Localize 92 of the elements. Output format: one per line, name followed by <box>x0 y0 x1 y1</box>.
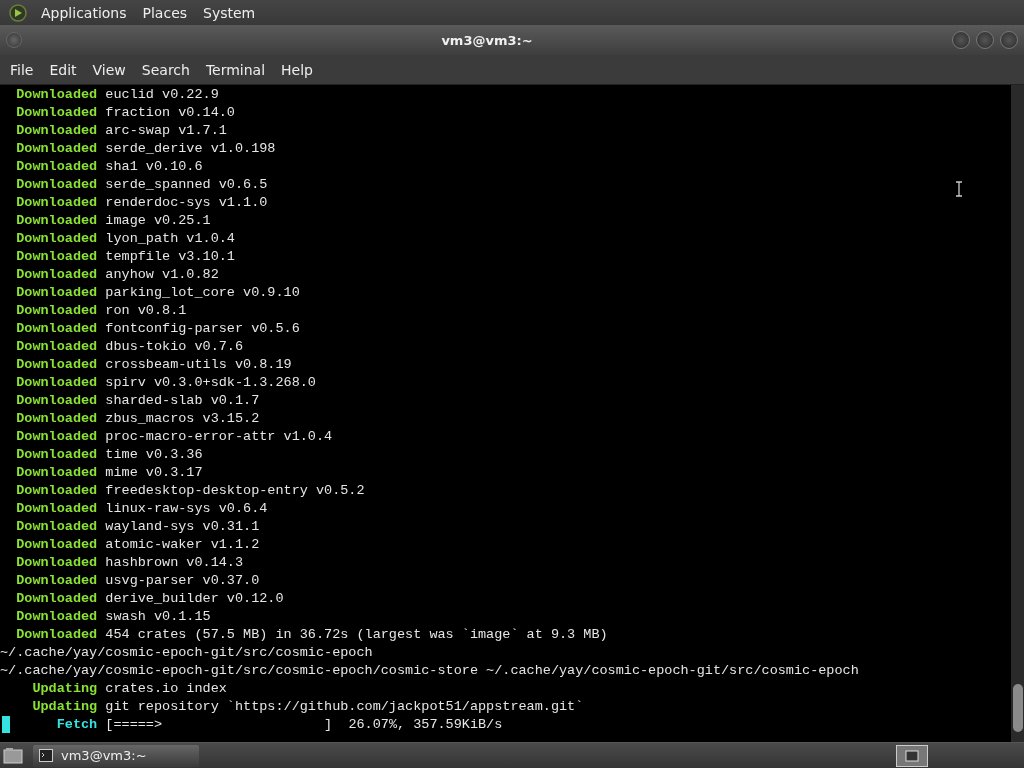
status-label: Downloaded <box>16 194 98 212</box>
status-label: Downloaded <box>16 320 98 338</box>
status-label: Updating <box>32 698 98 716</box>
output-text: derive_builder v0.12.0 <box>105 590 284 608</box>
status-label: Downloaded <box>16 464 98 482</box>
output-text: time v0.3.36 <box>105 446 203 464</box>
scrollbar-thumb[interactable] <box>1013 684 1023 732</box>
panel-menu[interactable]: Applications <box>33 4 135 21</box>
status-label: Downloaded <box>16 122 98 140</box>
status-label: Downloaded <box>16 86 98 104</box>
output-text: anyhow v1.0.82 <box>105 266 219 284</box>
menu-item[interactable]: Terminal <box>197 61 274 78</box>
status-label: Downloaded <box>16 104 98 122</box>
panel-menu[interactable]: Places <box>134 4 196 21</box>
status-label: Downloaded <box>16 554 98 572</box>
output-text: git repository `https://github.com/jackpot51/appstream.git` <box>105 698 584 716</box>
output-text: hashbrown v0.14.3 <box>105 554 244 572</box>
output-line: ~/.cache/yay/cosmic-epoch-git/src/cosmic-epoch <box>0 644 373 662</box>
minimize-button[interactable] <box>952 31 970 49</box>
output-text: parking_lot_core v0.9.10 <box>105 284 300 302</box>
output-text: euclid v0.22.9 <box>105 86 219 104</box>
output-text: fontconfig-parser v0.5.6 <box>105 320 300 338</box>
output-text: 454 crates (57.5 MB) in 36.72s (largest was `image` at 9.3 MB) <box>105 626 608 644</box>
output-text: lyon_path v1.0.4 <box>105 230 235 248</box>
text-cursor-icon <box>955 181 963 197</box>
status-label: Downloaded <box>16 482 98 500</box>
window-title: vm3@vm3:~ <box>440 32 534 48</box>
status-label: Downloaded <box>16 518 98 536</box>
status-label: Downloaded <box>16 248 98 266</box>
menu-item[interactable]: Help <box>273 61 321 78</box>
taskbar-button[interactable]: vm3@vm3:~ <box>33 744 199 767</box>
output-text: freedesktop-desktop-entry v0.5.2 <box>105 482 365 500</box>
status-label: Downloaded <box>16 302 98 320</box>
output-text: arc-swap v1.7.1 <box>105 122 227 140</box>
menu-item[interactable]: Search <box>133 61 198 78</box>
output-text: renderdoc-sys v1.1.0 <box>105 194 268 212</box>
output-text: proc-macro-error-attr v1.0.4 <box>105 428 333 446</box>
status-label: Downloaded <box>16 428 98 446</box>
output-text: zbus_macros v3.15.2 <box>105 410 260 428</box>
status-label: Downloaded <box>16 356 98 374</box>
status-label: Downloaded <box>16 410 98 428</box>
output-text: sharded-slab v0.1.7 <box>105 392 260 410</box>
scrollbar[interactable] <box>1011 85 1024 742</box>
output-text: mime v0.3.17 <box>105 464 203 482</box>
status-label: Fetch <box>56 716 98 734</box>
status-label: Downloaded <box>16 176 98 194</box>
status-label: Downloaded <box>16 230 98 248</box>
output-text: dbus-tokio v0.7.6 <box>105 338 244 356</box>
output-text: atomic-waker v1.1.2 <box>105 536 260 554</box>
status-label: Downloaded <box>16 536 98 554</box>
status-label: Downloaded <box>16 626 98 644</box>
status-label: Downloaded <box>16 140 98 158</box>
output-text: serde_derive v1.0.198 <box>105 140 276 158</box>
maximize-button[interactable] <box>976 31 994 49</box>
terminal-icon <box>39 749 53 762</box>
status-label: Downloaded <box>16 392 98 410</box>
status-label: Downloaded <box>16 572 98 590</box>
output-text: linux-raw-sys v0.6.4 <box>105 500 268 518</box>
output-text: fraction v0.14.0 <box>105 104 235 122</box>
desktop-icon[interactable] <box>3 746 23 765</box>
window-icon <box>905 749 919 762</box>
output-text: serde_spanned v0.6.5 <box>105 176 268 194</box>
menu-item[interactable]: View <box>84 61 134 78</box>
close-button[interactable] <box>1000 31 1018 49</box>
output-text: crates.io index <box>105 680 227 698</box>
output-text: tempfile v3.10.1 <box>105 248 235 266</box>
status-label: Downloaded <box>16 608 98 626</box>
output-line: ~/.cache/yay/cosmic-epoch-git/src/cosmic-epoch/cosmic-store ~/.cache/yay/cosmic-epoch-git/src/cosmic-epoch <box>0 662 859 680</box>
panel-menu[interactable]: System <box>195 4 264 21</box>
status-label: Downloaded <box>16 374 98 392</box>
menu-item[interactable]: Edit <box>41 61 85 78</box>
output-text: swash v0.1.15 <box>105 608 211 626</box>
output-text: wayland-sys v0.31.1 <box>105 518 260 536</box>
status-label: Downloaded <box>16 500 98 518</box>
status-label: Downloaded <box>16 266 98 284</box>
output-text: usvg-parser v0.37.0 <box>105 572 260 590</box>
workspace-switcher[interactable] <box>896 744 928 767</box>
status-label: Downloaded <box>16 284 98 302</box>
status-label: Updating <box>32 680 98 698</box>
output-text: spirv v0.3.0+sdk-1.3.268.0 <box>105 374 316 392</box>
output-text: image v0.25.1 <box>105 212 211 230</box>
output-text: sha1 v0.10.6 <box>105 158 203 176</box>
output-text: ron v0.8.1 <box>105 302 187 320</box>
menu-item[interactable]: File <box>2 61 42 78</box>
status-label: Downloaded <box>16 212 98 230</box>
menu-logo-icon[interactable] <box>9 3 27 22</box>
output-text: [=====> ] 26.07%, 357.59KiB/s <box>105 716 503 734</box>
status-label: Downloaded <box>16 446 98 464</box>
output-text: crossbeam-utils v0.8.19 <box>105 356 292 374</box>
status-label: Downloaded <box>16 338 98 356</box>
status-label: Downloaded <box>16 590 98 608</box>
status-label: Downloaded <box>16 158 98 176</box>
